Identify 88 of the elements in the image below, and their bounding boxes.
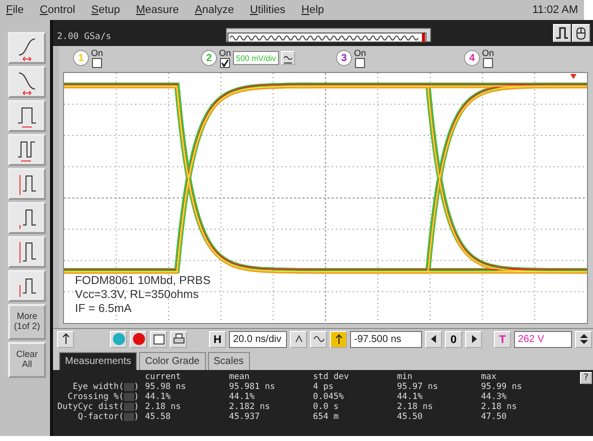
measurement-value: 0.045% xyxy=(313,392,345,402)
sidebar-button[interactable]: Clear All xyxy=(8,342,46,378)
measurement-value: 45.937 xyxy=(229,412,261,422)
clock-text: 11:02 AM xyxy=(532,2,578,18)
panel-tab[interactable]: Color Grade xyxy=(139,352,206,370)
measurement-tool-button[interactable] xyxy=(8,236,46,268)
measurement-value: 44.1% xyxy=(229,392,256,402)
channel-on-label: On xyxy=(354,48,366,58)
measurement-value: 2.182 ns xyxy=(229,402,271,412)
delay-field[interactable]: -97.500 ns xyxy=(350,331,422,348)
waveform-scroll-bar[interactable] xyxy=(226,28,432,42)
waveform-annotation: IF = 6.5mA xyxy=(75,302,133,316)
column-header: max xyxy=(481,372,498,382)
trigger-marker-icon xyxy=(570,74,577,80)
help-button[interactable]: ? xyxy=(580,372,592,384)
channel-number[interactable]: 4 xyxy=(464,50,480,66)
measurement-value: 45.58 xyxy=(145,412,172,422)
timebase-field[interactable]: 20.0 ns/div xyxy=(229,331,287,348)
spinner-icon[interactable] xyxy=(575,331,592,348)
measurement-value: 44.1% xyxy=(397,392,424,402)
trigger-level-field[interactable]: 262 V xyxy=(514,331,572,348)
measurement-label-end: ) xyxy=(134,412,139,422)
column-header: std dev xyxy=(313,372,350,382)
column-header: current xyxy=(145,372,182,382)
channel-number[interactable]: 3 xyxy=(336,50,352,66)
delay-zero-button[interactable]: 0 xyxy=(445,331,462,348)
channel-on-label: On xyxy=(91,48,104,58)
channel-on-label: On xyxy=(219,48,232,58)
measurement-value: 45.50 xyxy=(397,412,424,422)
waveform-annotation: FODM8061 10Mbd, PRBS xyxy=(75,274,211,288)
measurement-label: DutyCyc dist( xyxy=(57,402,124,412)
menu-item[interactable]: File xyxy=(6,2,24,18)
measurement-value: 44.1% xyxy=(145,392,172,402)
menu-item[interactable]: Setup xyxy=(91,2,120,18)
measurement-value: 2.18 ns xyxy=(145,402,182,412)
timebase-button[interactable]: H xyxy=(209,331,226,348)
wave-icon[interactable] xyxy=(310,331,327,348)
menu-item[interactable]: Analyze xyxy=(194,2,234,18)
measurement-label: Eye width( xyxy=(72,382,124,392)
measurement-tool-button[interactable] xyxy=(8,100,46,132)
measurement-label: Q-factor( xyxy=(78,412,124,422)
measurement-tool-button[interactable] xyxy=(8,134,46,166)
measurement-label: Crossing %( xyxy=(68,392,124,402)
column-header: min xyxy=(397,372,414,382)
channel-checkbox[interactable] xyxy=(483,58,493,68)
menu-item[interactable]: Control xyxy=(40,2,76,18)
menu-item[interactable]: Help xyxy=(301,2,324,18)
measurement-value: 44.3% xyxy=(481,392,508,402)
channel-checkbox[interactable] xyxy=(220,58,230,68)
pulse-icon[interactable] xyxy=(553,24,571,42)
channel-on-label: On xyxy=(482,48,494,58)
measurement-label-end: ) xyxy=(134,402,139,412)
measurement-value: 2.18 ns xyxy=(481,402,518,412)
source-marker-icon xyxy=(124,412,134,421)
panel-tab[interactable]: Measurements xyxy=(59,352,138,370)
measurement-tool-button[interactable] xyxy=(8,202,46,234)
stop-icon[interactable] xyxy=(130,331,147,348)
channel-checkbox[interactable] xyxy=(92,58,102,68)
measurement-label-end: ) xyxy=(134,392,139,402)
measurement-value: 95.981 ns xyxy=(229,382,276,392)
channel-checkbox[interactable] xyxy=(355,58,365,68)
measurement-value: 95.99 ns xyxy=(481,382,523,392)
sidebar-button[interactable]: More (1of 2) xyxy=(8,304,46,340)
measurement-tool-button[interactable] xyxy=(8,270,46,302)
measurement-value: 47.50 xyxy=(481,412,508,422)
measurement-tool-button[interactable] xyxy=(8,168,46,200)
sample-rate-text: 2.00 GSa/s xyxy=(57,30,112,44)
printer-icon[interactable] xyxy=(170,331,187,348)
source-marker-icon xyxy=(124,382,134,391)
source-marker-icon xyxy=(124,392,134,401)
measurement-value: 95.98 ns xyxy=(145,382,187,392)
measurement-value: 0.0 s xyxy=(313,402,340,412)
menu-item[interactable]: Utilities xyxy=(250,2,286,18)
scale-adjust-button[interactable] xyxy=(281,51,296,65)
run-icon[interactable] xyxy=(110,331,127,348)
single-icon[interactable] xyxy=(150,331,167,348)
measurement-value: 2.18 ns xyxy=(397,402,434,412)
waveform-annotation: Vcc=3.3V, RL=350ohms xyxy=(75,288,200,302)
source-marker-icon xyxy=(124,402,134,411)
column-header: mean xyxy=(229,372,250,382)
menu-item[interactable]: Measure xyxy=(136,2,179,18)
measurement-label-end: ) xyxy=(134,382,139,392)
measurement-value: 654 m xyxy=(313,412,340,422)
measurement-value: 4 ps xyxy=(313,382,334,392)
mouse-icon[interactable] xyxy=(572,24,590,42)
measurement-value: 95.97 ns xyxy=(397,382,439,392)
panel-tab[interactable]: Scales xyxy=(208,352,250,370)
delay-marker-icon[interactable] xyxy=(330,331,347,348)
